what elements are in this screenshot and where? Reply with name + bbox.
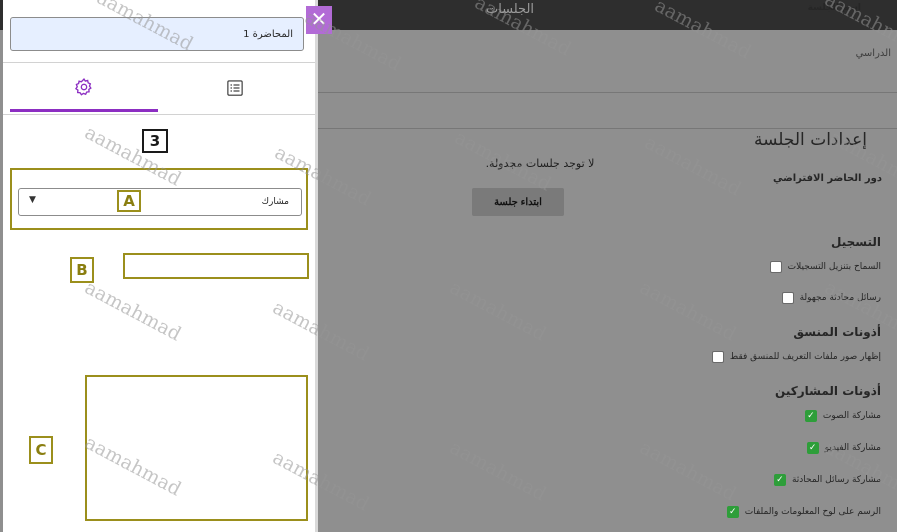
session-name-input[interactable] [10,17,304,51]
allow-recording-downloads-option[interactable]: السماح بتنزيل التسجيلات [769,259,881,275]
draw-on-whiteboard-option[interactable]: الرسم على لوح المعلومات والملفات [726,504,881,520]
callout-b: B [70,257,94,283]
checkbox[interactable] [726,506,739,518]
option-label: مشاركة الفيديو [824,443,881,453]
checkbox[interactable] [781,292,794,304]
option-label: الرسم على لوح المعلومات والملفات [744,507,881,517]
share-video-option[interactable]: مشاركة الفيديو [806,440,881,456]
background-divider [318,128,897,129]
panel-edge [315,0,318,532]
default-role-label: دور الحاضر الافتراضي [772,173,882,184]
recording-heading: التسجيل [831,235,881,249]
default-role-select[interactable]: مشارك ▼ [18,188,302,216]
session-name-label: اسم الجلسة [807,3,861,13]
empty-sessions-message: لا توجد جلسات مجدولة. [485,157,595,170]
checkbox[interactable] [769,261,782,273]
anonymous-chat-option[interactable]: رسائل محادثة مجهولة [781,290,881,306]
show-profile-pictures-option[interactable]: إظهار صور ملفات التعريف للمنسق فقط [711,349,881,365]
highlight-participant-permissions [85,375,308,521]
checkbox[interactable] [711,351,724,363]
checkbox[interactable] [804,410,817,422]
option-label: مشاركة رسائل المحادثة [791,475,881,485]
caret-down-icon: ▼ [29,195,36,205]
tab-attendees[interactable] [160,64,310,112]
background-divider [318,92,897,93]
option-label: مشاركة الصوت [822,411,881,421]
option-label: إظهار صور ملفات التعريف للمنسق فقط [729,352,881,362]
share-audio-option[interactable]: مشاركة الصوت [804,408,881,424]
tabs-divider [3,114,315,115]
gear-icon [74,77,92,96]
callout-a: A [117,190,141,212]
checkbox[interactable] [773,474,786,486]
callout-c: C [29,436,53,464]
participant-permissions-heading: أذونات المشاركين [775,384,881,398]
background-title: الجلسات [485,2,535,17]
start-session-button[interactable]: ابتداء جلسة [472,188,564,216]
step-number-badge: 3 [142,129,168,153]
default-role-value: مشارك [261,197,289,207]
settings-title: إعدادات الجلسة [754,130,867,150]
moderator-permissions-heading: أذونات المنسق [793,325,881,339]
highlight-allow-downloads [123,253,309,279]
panel-divider [3,62,315,63]
checkbox[interactable] [806,442,819,454]
option-label: السماح بتنزيل التسجيلات [787,262,881,272]
background-subheader: الدراسي [855,48,891,59]
close-panel-button[interactable]: ✕ [306,6,332,34]
share-chat-messages-option[interactable]: مشاركة رسائل المحادثة [773,472,881,488]
option-label: رسائل محادثة مجهولة [799,293,881,303]
tab-settings[interactable] [10,64,158,112]
list-icon [227,80,243,96]
